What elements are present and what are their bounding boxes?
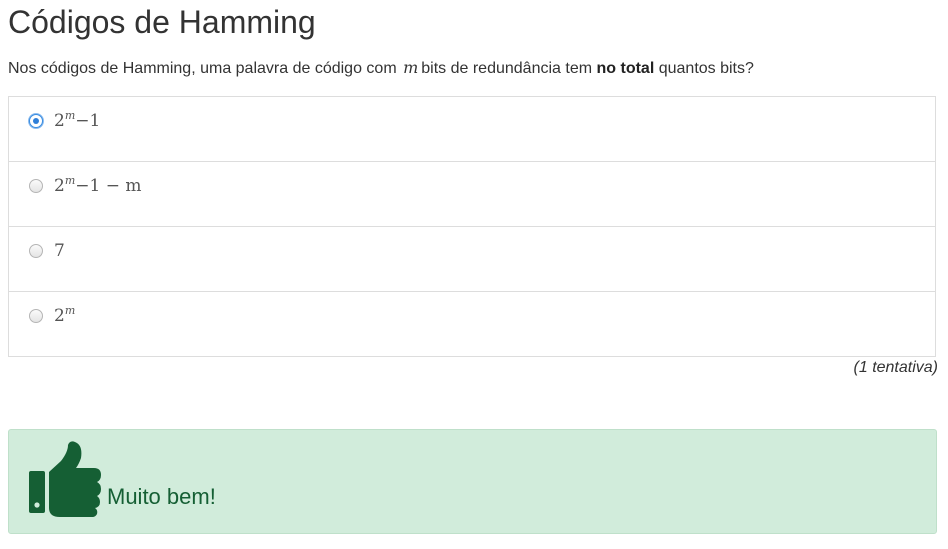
attempts-count: (1 tentativa) bbox=[853, 359, 938, 376]
expr-rest: −1 bbox=[75, 111, 101, 131]
answer-expression: 2m−1 − m bbox=[54, 175, 142, 197]
expr-base: 2 bbox=[54, 111, 65, 131]
expr-base: 2 bbox=[54, 176, 65, 196]
expr-rest: −1 − m bbox=[75, 176, 142, 196]
answer-expression: 2m bbox=[54, 305, 75, 327]
answer-options: 2m−1 2m−1 − m 7 2m bbox=[8, 96, 936, 357]
expr-exponent: m bbox=[64, 109, 76, 122]
question-emphasis: no total bbox=[596, 60, 655, 77]
answer-option-2[interactable]: 2m−1 − m bbox=[9, 162, 935, 227]
answer-expression: 7 bbox=[54, 240, 65, 262]
radio-button[interactable] bbox=[29, 309, 43, 323]
expr-base: 7 bbox=[54, 241, 65, 261]
expr-exponent: m bbox=[64, 174, 76, 187]
question-text-middle: bits de redundância tem bbox=[421, 60, 593, 77]
feedback-message: Muito bem! bbox=[107, 484, 216, 509]
answer-option-3[interactable]: 7 bbox=[9, 227, 935, 292]
question-variable: m bbox=[403, 58, 419, 77]
question-text: Nos códigos de Hamming, uma palavra de c… bbox=[8, 58, 754, 79]
answer-option-1[interactable]: 2m−1 bbox=[9, 97, 935, 162]
question-text-after: quantos bits? bbox=[658, 60, 754, 77]
answer-option-4[interactable]: 2m bbox=[9, 292, 935, 356]
answer-expression: 2m−1 bbox=[54, 110, 100, 132]
radio-button-selected[interactable] bbox=[29, 114, 43, 128]
thumbs-up-icon bbox=[29, 441, 101, 517]
expr-exponent: m bbox=[64, 304, 76, 317]
page-title: Códigos de Hamming bbox=[8, 4, 316, 40]
radio-button[interactable] bbox=[29, 179, 43, 193]
feedback-panel: Muito bem! bbox=[8, 429, 937, 534]
expr-base: 2 bbox=[54, 306, 65, 326]
radio-button[interactable] bbox=[29, 244, 43, 258]
question-text-before: Nos códigos de Hamming, uma palavra de c… bbox=[8, 60, 397, 77]
